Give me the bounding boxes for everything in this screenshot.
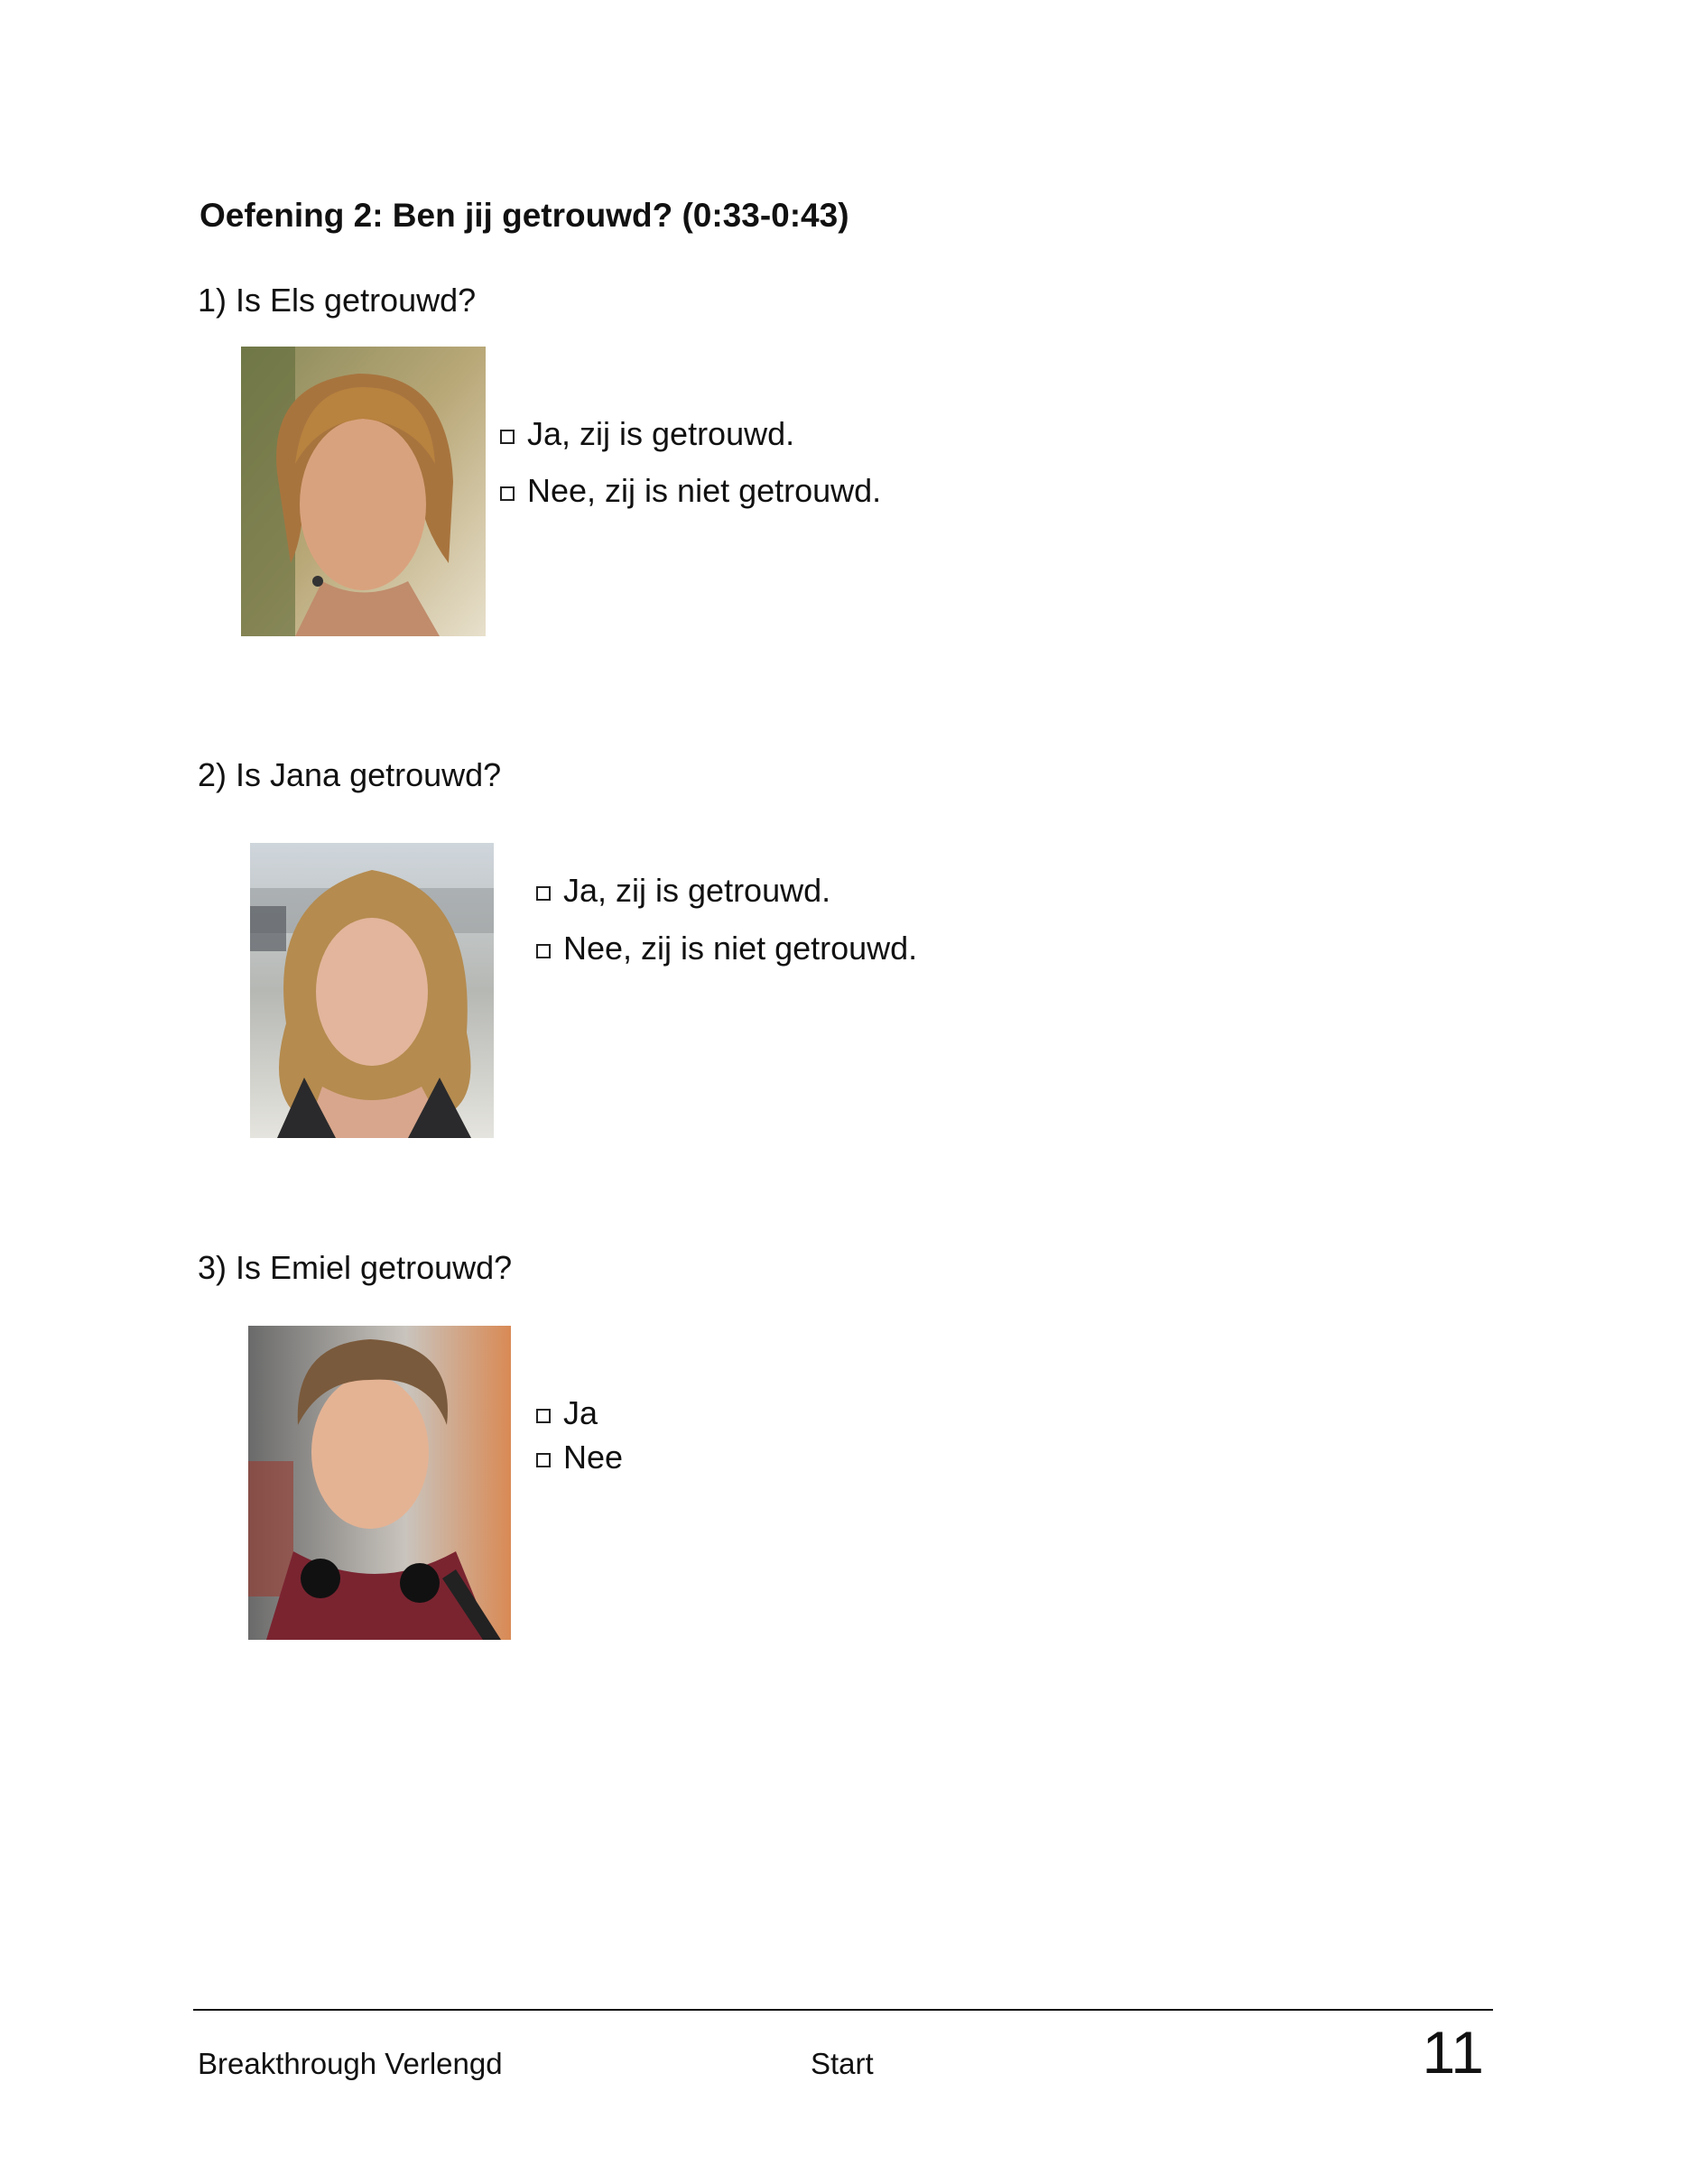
- question-3: 3) Is Emiel getrouwd?: [198, 1249, 513, 1286]
- photo-jana: [250, 843, 494, 1138]
- question-2: 2) Is Jana getrouwd?: [198, 756, 502, 793]
- question-1: 1) Is Els getrouwd?: [198, 282, 477, 319]
- exercise-title: Oefening 2: Ben jij getrouwd? (0:33-0:43…: [199, 197, 849, 234]
- option-label: Ja, zij is getrouwd.: [527, 415, 795, 452]
- footer-level: Start: [811, 2047, 874, 2080]
- option-label: Ja: [563, 1394, 598, 1431]
- option-3-no[interactable]: Nee: [536, 1439, 623, 1476]
- page-number: 11: [1422, 2019, 1484, 2086]
- option-2-no[interactable]: Nee, zij is niet getrouwd.: [536, 930, 917, 967]
- checkbox-icon[interactable]: [536, 944, 551, 958]
- checkbox-icon[interactable]: [536, 886, 551, 901]
- option-label: Ja, zij is getrouwd.: [563, 872, 831, 909]
- checkbox-icon[interactable]: [536, 1453, 551, 1467]
- option-1-no[interactable]: Nee, zij is niet getrouwd.: [500, 472, 881, 510]
- option-label: Nee, zij is niet getrouwd.: [527, 472, 882, 509]
- option-1-yes[interactable]: Ja, zij is getrouwd.: [500, 415, 794, 453]
- checkbox-icon[interactable]: [536, 1409, 551, 1423]
- footer-course-name: Breakthrough Verlengd: [198, 2047, 503, 2080]
- photo-els: [241, 347, 486, 636]
- option-label: Nee: [563, 1439, 624, 1476]
- checkbox-icon[interactable]: [500, 486, 515, 501]
- photo-emiel: [248, 1326, 511, 1640]
- option-label: Nee, zij is niet getrouwd.: [563, 930, 918, 967]
- checkbox-icon[interactable]: [500, 430, 515, 444]
- option-3-yes[interactable]: Ja: [536, 1394, 598, 1432]
- footer-divider: [193, 2009, 1493, 2011]
- option-2-yes[interactable]: Ja, zij is getrouwd.: [536, 872, 830, 910]
